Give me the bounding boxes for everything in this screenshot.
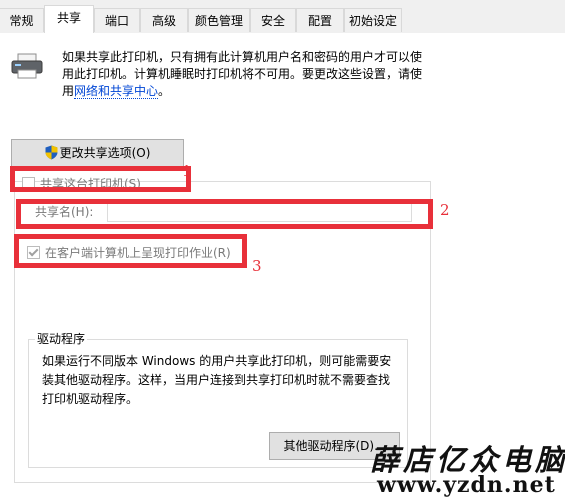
tab-advanced[interactable]: 高级 bbox=[140, 8, 188, 32]
drivers-description: 如果运行不同版本 Windows 的用户共享此打印机，则可能需要安 装其他驱动程… bbox=[42, 352, 402, 409]
drivers-title: 驱动程序 bbox=[35, 330, 88, 347]
tab-configuration[interactable]: 配置 bbox=[296, 8, 344, 32]
uac-shield-icon bbox=[45, 145, 58, 160]
annotation-number-3: 3 bbox=[252, 257, 262, 275]
annotation-number-2: 2 bbox=[440, 201, 450, 219]
tab-color-management[interactable]: 颜色管理 bbox=[188, 8, 250, 32]
description-line: 用此打印机。计算机睡眠时打印机将不可用。要更改这些设置，请使 bbox=[62, 67, 423, 81]
description-line: 如果共享此打印机，只有拥有此计算机用户名和密码的用户才可以使 bbox=[62, 50, 423, 64]
tab-security[interactable]: 安全 bbox=[250, 8, 296, 32]
annotation-box-1 bbox=[10, 166, 191, 192]
change-sharing-options-label: 更改共享选项(O) bbox=[59, 146, 151, 160]
annotation-number-1: 1 bbox=[182, 162, 192, 180]
drivers-line: 装其他驱动程序。这样，当用户连接到共享打印机时就不需要查找 bbox=[42, 373, 391, 387]
watermark-url: www.yzdn.net bbox=[377, 472, 556, 498]
sharing-description: 如果共享此打印机，只有拥有此计算机用户名和密码的用户才可以使 用此打印机。计算机… bbox=[62, 49, 532, 100]
tab-bar: 常规 共享 端口 高级 颜色管理 安全 配置 初始设定 bbox=[0, 0, 565, 34]
tab-sharing[interactable]: 共享 bbox=[44, 5, 94, 34]
annotation-box-3 bbox=[14, 234, 247, 268]
printer-icon bbox=[11, 53, 43, 79]
tab-ports[interactable]: 端口 bbox=[94, 8, 140, 32]
description-prefix: 用 bbox=[62, 84, 75, 98]
tab-general[interactable]: 常规 bbox=[0, 8, 44, 32]
drivers-line: 打印机驱动程序。 bbox=[42, 392, 139, 406]
change-sharing-options-button[interactable]: 更改共享选项(O) bbox=[11, 139, 184, 167]
drivers-line: 如果运行不同版本 Windows 的用户共享此打印机，则可能需要安 bbox=[42, 354, 392, 368]
description-suffix: 。 bbox=[158, 84, 171, 98]
description-line: 用网络和共享中心。 bbox=[62, 83, 532, 100]
network-sharing-center-link[interactable]: 网络和共享中心 bbox=[74, 84, 159, 99]
tab-initial-settings[interactable]: 初始设定 bbox=[344, 8, 402, 32]
annotation-box-2 bbox=[16, 199, 433, 229]
